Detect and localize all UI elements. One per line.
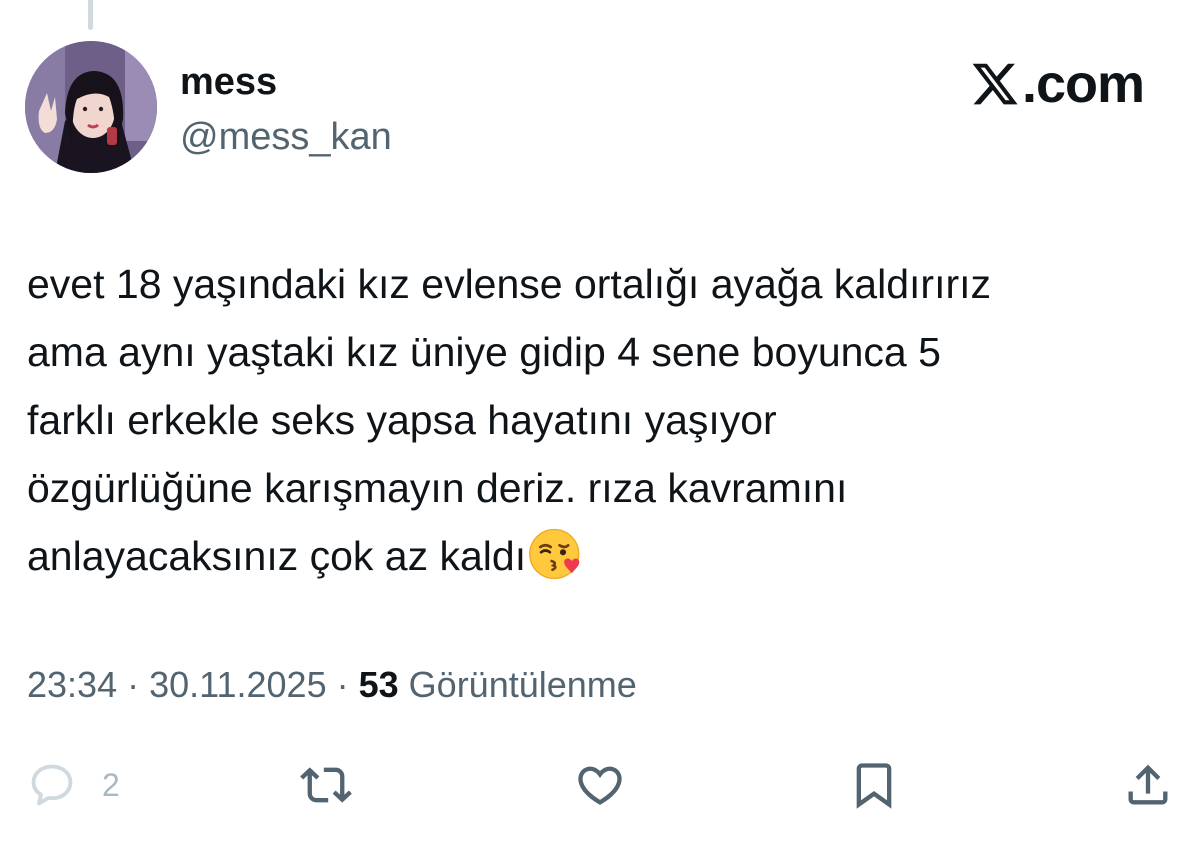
repost-icon xyxy=(300,767,352,803)
tweet-time[interactable]: 23:34 xyxy=(27,664,117,705)
bookmark-icon xyxy=(856,763,892,809)
views-count: 53 xyxy=(358,664,399,705)
meta-separator: · xyxy=(117,664,150,705)
reply-count: 2 xyxy=(102,766,120,803)
tweet-text: evet 18 yaşındaki kız evlense ortalığı a… xyxy=(27,261,992,579)
like-button[interactable] xyxy=(574,750,626,820)
reply-button[interactable]: 2 xyxy=(26,750,120,820)
views-label: Görüntülenme xyxy=(408,664,637,705)
author-display-name[interactable]: mess xyxy=(180,58,277,106)
x-logo-icon xyxy=(972,63,1018,105)
share-button[interactable] xyxy=(1122,750,1174,820)
tweet-body: evet 18 yaşındaki kız evlense ortalığı a… xyxy=(27,250,1187,590)
meta-separator: · xyxy=(326,664,359,705)
tweet-actions-bar: 2 xyxy=(0,750,1200,820)
avatar[interactable] xyxy=(25,41,157,173)
share-icon xyxy=(1128,764,1168,805)
bookmark-button[interactable] xyxy=(848,750,900,820)
repost-button[interactable] xyxy=(300,750,352,820)
heart-icon xyxy=(578,766,622,805)
avatar-image xyxy=(25,41,157,173)
tweet-meta: 23:34 · 30.11.2025 · 53 Görüntülenme xyxy=(27,660,637,710)
face-blowing-kiss-icon xyxy=(529,528,580,580)
thread-connector-line xyxy=(88,0,93,30)
brand-domain-label: .com xyxy=(1021,54,1145,114)
author-handle[interactable]: @mess_kan xyxy=(180,113,392,161)
reply-icon xyxy=(31,764,73,806)
x-com-brand: .com xyxy=(970,52,1145,116)
tweet-date[interactable]: 30.11.2025 xyxy=(149,664,327,705)
